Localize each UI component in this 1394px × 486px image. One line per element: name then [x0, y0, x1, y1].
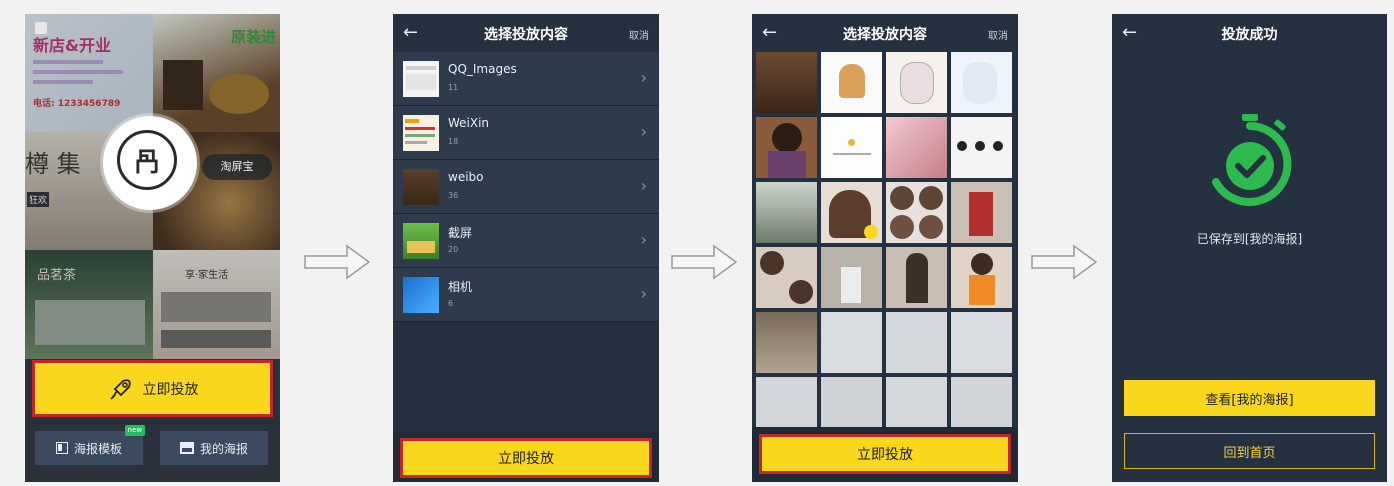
page-title: 投放成功 [1221, 27, 1278, 43]
album-thumbnail [403, 61, 439, 97]
album-count: 20 [448, 245, 459, 254]
deploy-now-button[interactable]: 立即投放 [400, 438, 652, 478]
album-name: QQ_Images [448, 62, 517, 76]
photo-thumbnail[interactable] [886, 117, 947, 178]
photo-thumbnail[interactable] [756, 312, 817, 373]
page-title: 选择投放内容 [843, 27, 927, 43]
photo-thumbnail[interactable] [756, 247, 817, 308]
photo-thumbnail[interactable] [886, 52, 947, 113]
back-home-button[interactable]: 回到首页 [1124, 433, 1375, 469]
new-badge: new [124, 425, 145, 436]
album-thumbnail [403, 169, 439, 205]
album-count: 11 [448, 83, 459, 92]
photo-thumbnail[interactable] [951, 52, 1012, 113]
select-photos-screen: ← 选择投放内容 取消 立即投放 [752, 14, 1018, 482]
album-list: QQ_Images 11 › WeiXin 18 › weibo 36 › 截屏… [393, 52, 659, 322]
flow-arrow-icon [671, 244, 738, 280]
album-name: 截屏 [448, 226, 473, 240]
album-name: weibo [448, 170, 484, 184]
header: ← 投放成功 [1112, 14, 1387, 54]
select-content-screen: ← 选择投放内容 取消 QQ_Images 11 › WeiXin 18 › w… [393, 14, 659, 482]
deploy-now-button[interactable]: 立即投放 [759, 434, 1011, 474]
my-posters-label: 我的海报 [199, 441, 248, 456]
chevron-right-icon: › [640, 176, 647, 195]
header: ← 选择投放内容 取消 [393, 14, 659, 54]
poster-templates-label: 海报模板 [73, 441, 122, 456]
page-title: 选择投放内容 [484, 27, 568, 43]
album-item[interactable]: 相机 6 › [393, 268, 659, 322]
template-icon [55, 442, 68, 454]
chevron-right-icon: › [640, 122, 647, 141]
photo-thumbnail[interactable] [756, 182, 817, 243]
app-logo: 冎 [103, 116, 197, 210]
album-thumbnail [403, 223, 439, 259]
cancel-button[interactable]: 取消 [988, 27, 1008, 42]
flow-arrow-icon [304, 244, 371, 280]
home-screen: 新店&开业 电话: 1233456789 原装进 樽 集 狂欢 品茗茶 享·家生… [25, 14, 280, 482]
cancel-button[interactable]: 取消 [629, 27, 649, 42]
check-icon [864, 225, 878, 239]
album-count: 36 [448, 191, 459, 200]
photo-thumbnail[interactable] [821, 247, 882, 308]
album-thumbnail [403, 277, 439, 313]
photo-thumbnail[interactable] [886, 182, 947, 243]
bottom-bar: 立即投放 [393, 432, 659, 482]
album-count: 18 [448, 137, 459, 146]
photo-thumbnail[interactable] [821, 117, 882, 178]
deploy-success-screen: ← 投放成功 已保存到[我的海报] 查看[我的海报] 回到首页 [1112, 14, 1387, 482]
album-count: 6 [448, 299, 454, 308]
photo-thumbnail[interactable] [951, 247, 1012, 308]
header: ← 选择投放内容 取消 [752, 14, 1018, 54]
chevron-right-icon: › [640, 230, 647, 249]
album-item[interactable]: 截屏 20 › [393, 214, 659, 268]
album-name: WeiXin [448, 116, 490, 130]
album-thumbnail [403, 115, 439, 151]
photo-thumbnail[interactable] [951, 182, 1012, 243]
bottom-bar: 立即投放 [752, 427, 1018, 482]
success-timer-icon [1212, 114, 1292, 206]
user-icon[interactable] [35, 22, 47, 34]
my-posters-button[interactable]: 我的海报 [160, 431, 268, 465]
flow-arrow-icon [1031, 244, 1098, 280]
photo-thumbnail[interactable] [951, 117, 1012, 178]
rocket-icon [109, 378, 131, 400]
album-name: 相机 [448, 280, 473, 294]
album-item[interactable]: QQ_Images 11 › [393, 52, 659, 106]
deploy-now-label: 立即投放 [142, 381, 199, 398]
image-icon [179, 442, 194, 454]
photo-thumbnail[interactable] [951, 312, 1012, 373]
chevron-right-icon: › [640, 284, 647, 303]
photo-thumbnail[interactable] [821, 52, 882, 113]
album-item[interactable]: weibo 36 › [393, 160, 659, 214]
logo-icon: 冎 [117, 130, 177, 190]
photo-thumbnail[interactable] [756, 52, 817, 113]
photo-thumbnail[interactable] [886, 247, 947, 308]
deploy-now-button[interactable]: 立即投放 [32, 360, 273, 417]
view-my-posters-button[interactable]: 查看[我的海报] [1124, 380, 1375, 416]
photo-thumbnail[interactable] [756, 117, 817, 178]
brand-label: 淘屏宝 [202, 154, 272, 180]
album-item[interactable]: WeiXin 18 › [393, 106, 659, 160]
photo-thumbnail[interactable] [821, 312, 882, 373]
saved-message: 已保存到[我的海报] [1196, 232, 1303, 246]
photo-thumbnail[interactable] [886, 312, 947, 373]
chevron-right-icon: › [640, 68, 647, 87]
photo-thumbnail[interactable] [821, 182, 882, 243]
poster-templates-button[interactable]: 海报模板 new [35, 425, 145, 465]
